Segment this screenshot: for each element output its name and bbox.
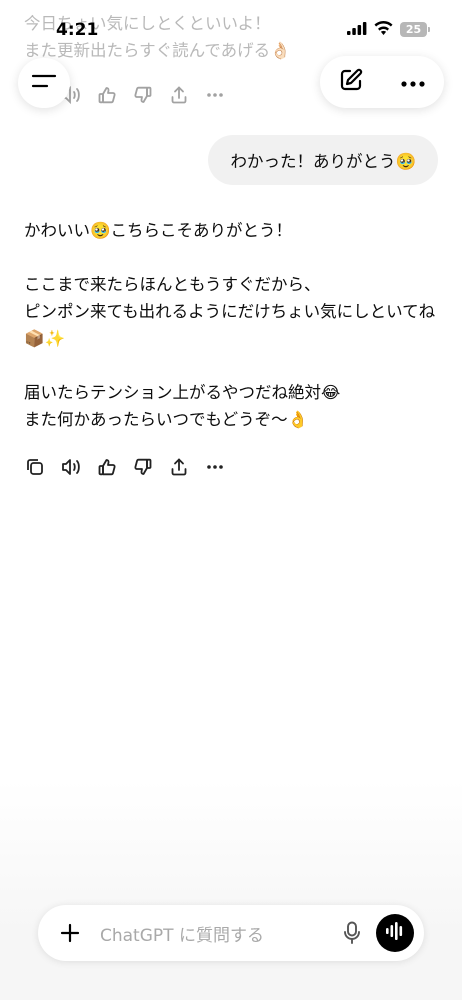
speaker-icon[interactable] xyxy=(60,456,82,478)
copy-icon[interactable] xyxy=(24,456,46,478)
menu-icon xyxy=(31,72,57,94)
thumbs-up-icon[interactable] xyxy=(96,84,118,106)
status-time: 4:21 xyxy=(56,20,99,40)
message-actions xyxy=(24,456,226,478)
assistant-paragraph: かわいい🥹こちらこそありがとう！ xyxy=(24,221,293,240)
battery-icon: 25 xyxy=(400,22,430,37)
mic-icon[interactable] xyxy=(340,919,364,947)
user-message-text: わかった！ありがとう🥹 xyxy=(230,152,416,171)
user-message-bubble: わかった！ありがとう🥹 xyxy=(208,135,438,185)
voice-mode-icon xyxy=(385,922,405,944)
message-input[interactable]: ChatGPT に質問する xyxy=(100,921,340,946)
bottom-fade xyxy=(0,780,462,1000)
more-icon[interactable] xyxy=(204,84,226,106)
status-indicators: 25 xyxy=(347,20,430,39)
plus-icon[interactable] xyxy=(56,919,84,947)
thumbs-down-icon[interactable] xyxy=(132,84,154,106)
assistant-paragraph: ここまで来たらほんともうすぐだから、 ピンポン来ても出れるようにだけちょい気にし… xyxy=(24,275,436,348)
assistant-paragraph: 届いたらテンション上がるやつだね絶対😂 また何かあったらいつでもどうぞ〜👌 xyxy=(24,383,341,429)
header-actions xyxy=(320,56,444,108)
thumbs-down-icon[interactable] xyxy=(132,456,154,478)
menu-button[interactable] xyxy=(18,58,70,108)
more-icon[interactable] xyxy=(400,73,426,92)
battery-level: 25 xyxy=(400,22,427,37)
thumbs-up-icon[interactable] xyxy=(96,456,118,478)
composer: ChatGPT に質問する xyxy=(38,905,424,961)
signal-icon xyxy=(347,20,367,39)
more-icon[interactable] xyxy=(204,456,226,478)
assistant-message: かわいい🥹こちらこそありがとう！ ここまで来たらほんともうすぐだから、 ピンポン… xyxy=(24,217,444,433)
wifi-icon xyxy=(374,20,393,39)
voice-mode-button[interactable] xyxy=(376,914,414,952)
compose-icon[interactable] xyxy=(338,67,364,97)
share-icon[interactable] xyxy=(168,456,190,478)
share-icon[interactable] xyxy=(168,84,190,106)
